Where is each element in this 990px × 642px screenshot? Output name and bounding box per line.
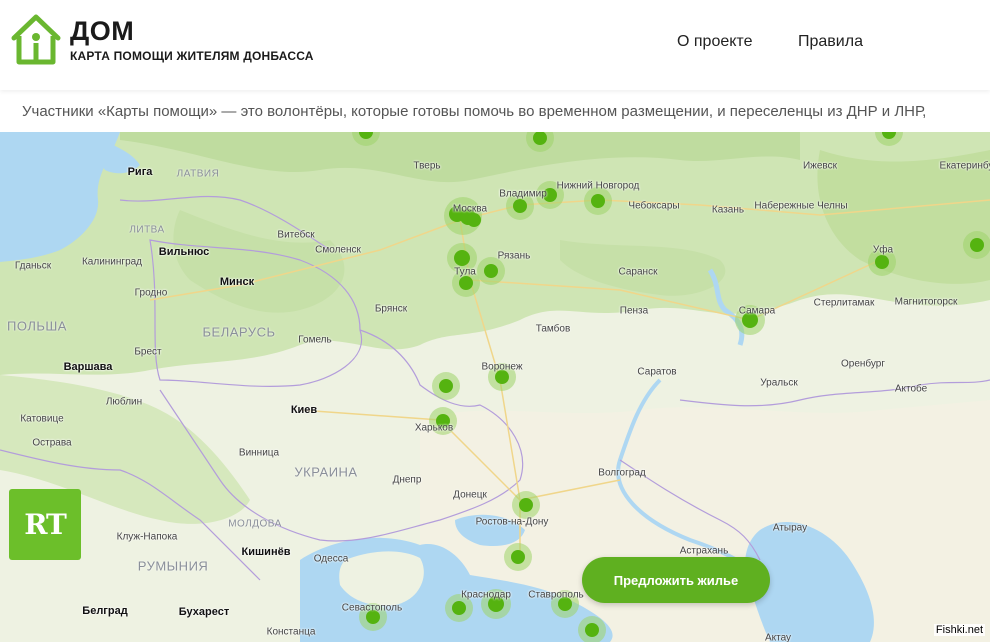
city-label: Донецк (453, 489, 487, 501)
country-label: ЛИТВА (129, 224, 165, 236)
city-label: Смоленск (315, 244, 361, 256)
city-label: Стерлитамак (813, 297, 875, 309)
intro-text: Участники «Карты помощи» — это волонтёры… (22, 103, 927, 120)
nav-about-link[interactable]: О проекте (677, 33, 752, 51)
city-label: Атырау (772, 522, 808, 534)
country-label: РУМЫНИЯ (137, 558, 209, 574)
city-label: Самара (738, 305, 776, 317)
city-label: Гомель (298, 334, 332, 346)
city-label: Винница (238, 447, 280, 459)
city-label: Краснодар (461, 589, 511, 601)
city-label: Набережные Челны (754, 200, 848, 212)
site-subtitle: КАРТА ПОМОЩИ ЖИТЕЛЯМ ДОНБАССА (70, 49, 314, 63)
city-label: Бухарест (178, 606, 230, 618)
nav-rules-link[interactable]: Правила (798, 33, 863, 51)
city-label: Киев (290, 404, 318, 416)
rt-logo: RT (9, 489, 81, 560)
city-label: Брест (134, 346, 162, 358)
city-label: Тверь (413, 160, 441, 172)
country-label: УКРАИНА (294, 464, 358, 480)
city-label: Москва (452, 203, 488, 215)
city-label: Воронеж (481, 361, 523, 373)
city-label: Калининград (81, 256, 143, 268)
city-label: Острава (32, 437, 72, 449)
city-label: Кишинёв (241, 546, 291, 558)
intro-banner: Участники «Карты помощи» — это волонтёры… (0, 90, 990, 132)
city-label: Саратов (637, 366, 677, 378)
city-label: Гданьск (14, 260, 52, 272)
city-label: Астрахань (679, 545, 729, 557)
city-label: Люблин (105, 396, 143, 408)
city-label: Екатеринбург (939, 160, 990, 172)
city-label: Актау (764, 632, 792, 642)
city-label: Владимир (499, 188, 547, 200)
city-label: Чебоксары (628, 200, 680, 212)
city-label: Саранск (618, 266, 658, 278)
city-label: Ижевск (802, 160, 838, 172)
city-label: Севастополь (341, 602, 403, 614)
city-label: Харьков (414, 422, 454, 434)
city-label: Гродно (134, 287, 168, 299)
country-label: БЕЛАРУСЬ (202, 324, 276, 340)
city-label: Казань (711, 204, 745, 216)
city-label: Волгоград (598, 467, 646, 479)
city-label: Брянск (374, 303, 408, 315)
city-label: Тула (454, 266, 476, 278)
city-label: Актобе (894, 383, 928, 395)
help-map[interactable]: ЛАТВИЯ ЛИТВА ПОЛЬША БЕЛАРУСЬ УКРАИНА МОЛ… (0, 132, 990, 642)
city-label: Уральск (760, 377, 798, 389)
site-header: ДОМ КАРТА ПОМОЩИ ЖИТЕЛЯМ ДОНБАССА О прое… (0, 0, 990, 90)
city-label: Тамбов (535, 323, 571, 335)
city-label: Рига (127, 166, 153, 178)
house-logo-icon[interactable] (10, 12, 62, 66)
city-label: Нижний Новгород (556, 180, 640, 192)
offer-housing-button[interactable]: Предложить жилье (582, 557, 770, 603)
city-label: Одесса (313, 553, 349, 565)
site-title[interactable]: ДОМ (70, 16, 134, 47)
city-label: Ставрополь (528, 589, 584, 601)
city-label: Пенза (619, 305, 649, 317)
country-label: ЛАТВИЯ (176, 168, 220, 180)
city-label: Варшава (63, 361, 113, 373)
city-label: Магнитогорск (894, 296, 958, 308)
city-label: Минск (219, 276, 255, 288)
city-label: Белград (82, 605, 128, 617)
city-label: Рязань (497, 250, 531, 262)
city-label: Вильнюс (158, 246, 210, 258)
city-label: Ростов-на-Дону (475, 516, 549, 528)
city-label: Катовице (20, 413, 64, 425)
country-label: МОЛДОВА (228, 518, 282, 530)
city-label: Витебск (277, 229, 315, 241)
city-label: Клуж-Напока (116, 531, 178, 543)
city-label: Оренбург (840, 358, 886, 370)
country-label: ПОЛЬША (7, 318, 67, 334)
city-label: Констанца (266, 626, 316, 638)
city-label: Днепр (392, 474, 422, 486)
watermark: Fishki.net (933, 624, 985, 636)
city-label: Уфа (872, 244, 894, 256)
